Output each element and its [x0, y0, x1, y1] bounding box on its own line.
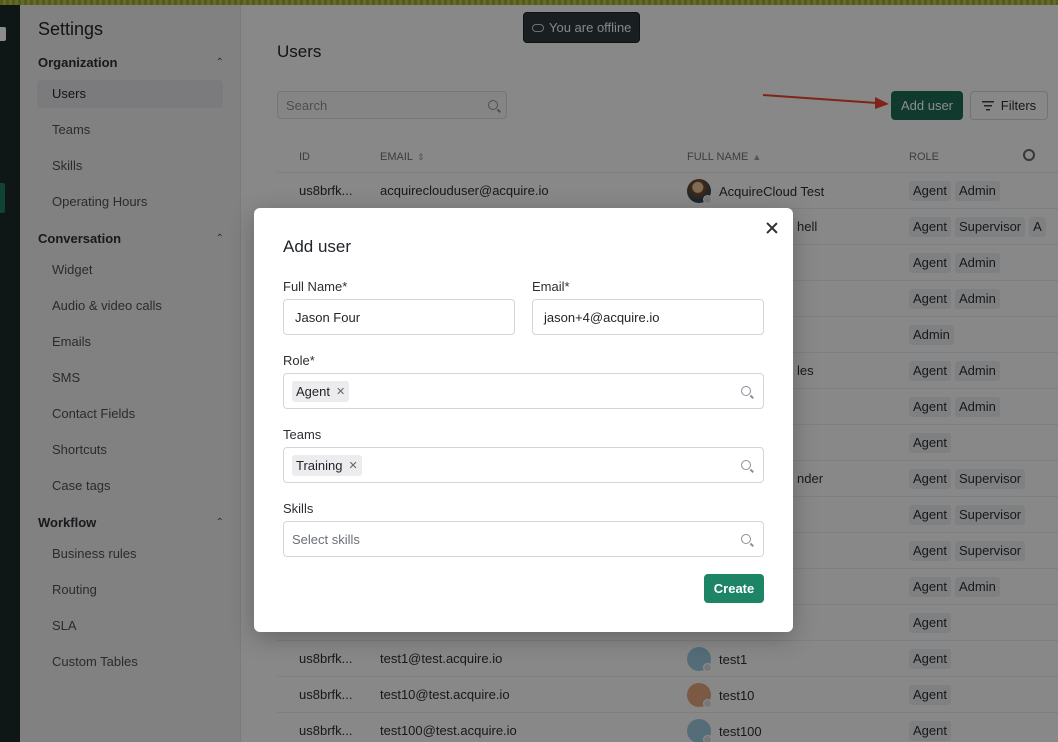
- add-user-modal: Add user Full Name* Jason Four Email* ja…: [254, 208, 793, 632]
- email-field[interactable]: jason+4@acquire.io: [532, 299, 764, 335]
- search-icon: [741, 534, 751, 544]
- full-name-field[interactable]: Jason Four: [283, 299, 515, 335]
- search-icon: [741, 460, 751, 470]
- teams-label: Teams: [283, 427, 322, 442]
- full-name-label: Full Name*: [283, 279, 348, 294]
- modal-title: Add user: [283, 237, 352, 256]
- skills-select[interactable]: Select skills: [283, 521, 764, 557]
- email-label: Email*: [532, 279, 570, 294]
- remove-chip-icon[interactable]: ✕: [336, 385, 345, 398]
- search-icon: [741, 386, 751, 396]
- skills-placeholder: Select skills: [292, 531, 360, 547]
- create-button[interactable]: Create: [704, 574, 764, 603]
- role-select[interactable]: Agent ✕: [283, 373, 764, 409]
- teams-select[interactable]: Training ✕: [283, 447, 764, 483]
- role-chip: Agent ✕: [292, 380, 350, 402]
- team-chip: Training ✕: [292, 454, 362, 476]
- role-chip-label: Agent: [296, 383, 330, 399]
- skills-label: Skills: [283, 501, 314, 516]
- team-chip-label: Training: [296, 457, 343, 473]
- close-icon[interactable]: [765, 221, 779, 235]
- remove-chip-icon[interactable]: ✕: [348, 459, 357, 472]
- role-label: Role*: [283, 353, 315, 368]
